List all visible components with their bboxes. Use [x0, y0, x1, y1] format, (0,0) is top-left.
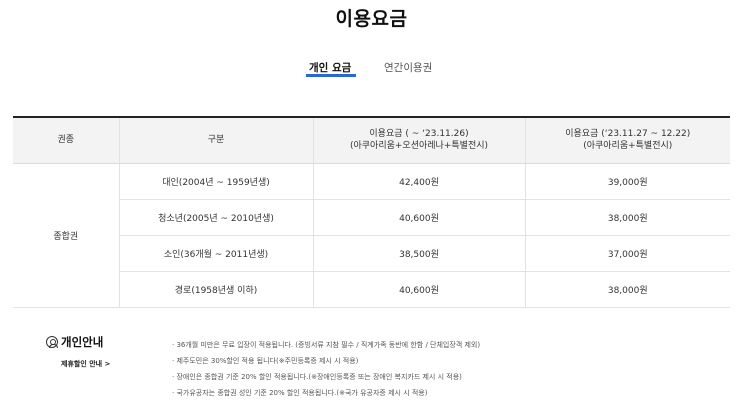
- header-ticket-type: 권종: [13, 117, 119, 164]
- price-table: 권종 구분 이용요금 ( ~ ‘23.11.26) (아쿠아리움+오션아레나+특…: [13, 116, 730, 308]
- table-header-row: 권종 구분 이용요금 ( ~ ‘23.11.26) (아쿠아리움+오션아레나+특…: [13, 117, 730, 164]
- category-cell: 경로(1958년생 이하): [118, 271, 313, 308]
- table-row: 소인(36개월 ~ 2011년생) 38,500원 37,000원: [13, 235, 730, 272]
- header-category: 구분: [118, 117, 313, 164]
- category-cell: 청소년(2005년 ~ 2010년생): [118, 199, 313, 236]
- price-period-2-cell: 37,000원: [524, 235, 730, 272]
- info-notes-list: · 36개월 미만은 무료 입장이 적용됩니다. (증빙서류 지참 필수 / 직…: [172, 337, 480, 401]
- individual-info-section: 개인안내 제휴할인 안내 > · 36개월 미만은 무료 입장이 적용됩니다. …: [0, 330, 743, 412]
- header-price-period-1-line1: 이용요금 ( ~ ‘23.11.26): [369, 129, 469, 140]
- page-title: 이용요금: [335, 8, 408, 30]
- price-period-1-cell: 40,600원: [312, 271, 525, 308]
- active-tab-indicator: [306, 74, 356, 77]
- tab-annual-pass[interactable]: 연간이용권: [384, 60, 432, 75]
- person-circle-icon: [46, 336, 58, 348]
- list-item: · 장애인은 종합권 기준 20% 할인 적용됩니다.(※장애인등록증 또는 장…: [172, 373, 462, 381]
- header-price-period-2: 이용요금 (‘23.11.27 ~ 12.22) (아쿠아리움+특별전시): [524, 117, 730, 164]
- table-row: 경로(1958년생 이하) 40,600원 38,000원: [13, 271, 730, 308]
- header-price-period-1-line2: (아쿠아리움+오션아레나+특별전시): [349, 141, 489, 152]
- header-price-period-2-line1: 이용요금 (‘23.11.27 ~ 12.22): [565, 129, 691, 140]
- table-row: 종합권 대인(2004년 ~ 1959년생) 42,400원 39,000원: [13, 163, 730, 308]
- price-period-2-cell: 38,000원: [524, 199, 730, 236]
- header-price-period-2-line2: (아쿠아리움+특별전시): [583, 141, 673, 152]
- price-period-1-cell: 40,600원: [312, 199, 525, 236]
- price-period-1-cell: 42,400원: [312, 163, 525, 200]
- price-tabs: 개인 요금 연간이용권: [0, 60, 743, 80]
- header-price-period-1: 이용요금 ( ~ ‘23.11.26) (아쿠아리움+오션아레나+특별전시): [312, 117, 525, 164]
- partner-discount-link[interactable]: 제휴할인 안내 >: [61, 359, 110, 369]
- price-period-2-cell: 39,000원: [524, 163, 730, 200]
- list-item: · 국가유공자는 종합권 성인 기준 20% 할인 적용됩니다.(※국가 유공자…: [172, 389, 428, 397]
- category-cell: 대인(2004년 ~ 1959년생): [118, 163, 313, 200]
- table-row: 청소년(2005년 ~ 2010년생) 40,600원 38,000원: [13, 199, 730, 236]
- category-cell: 소인(36개월 ~ 2011년생): [118, 235, 313, 272]
- price-period-2-cell: 38,000원: [524, 271, 730, 308]
- price-period-1-cell: 38,500원: [312, 235, 525, 272]
- list-item: · 36개월 미만은 무료 입장이 적용됩니다. (증빙서류 지참 필수 / 직…: [172, 341, 481, 349]
- info-title: 개인안내: [61, 335, 104, 349]
- ticket-type-cell: 종합권: [13, 163, 119, 308]
- list-item: · 제주도민은 30%할인 적용 됩니다(※주민등록증 제시 시 적용): [172, 357, 359, 365]
- tab-individual-price[interactable]: 개인 요금: [309, 60, 351, 75]
